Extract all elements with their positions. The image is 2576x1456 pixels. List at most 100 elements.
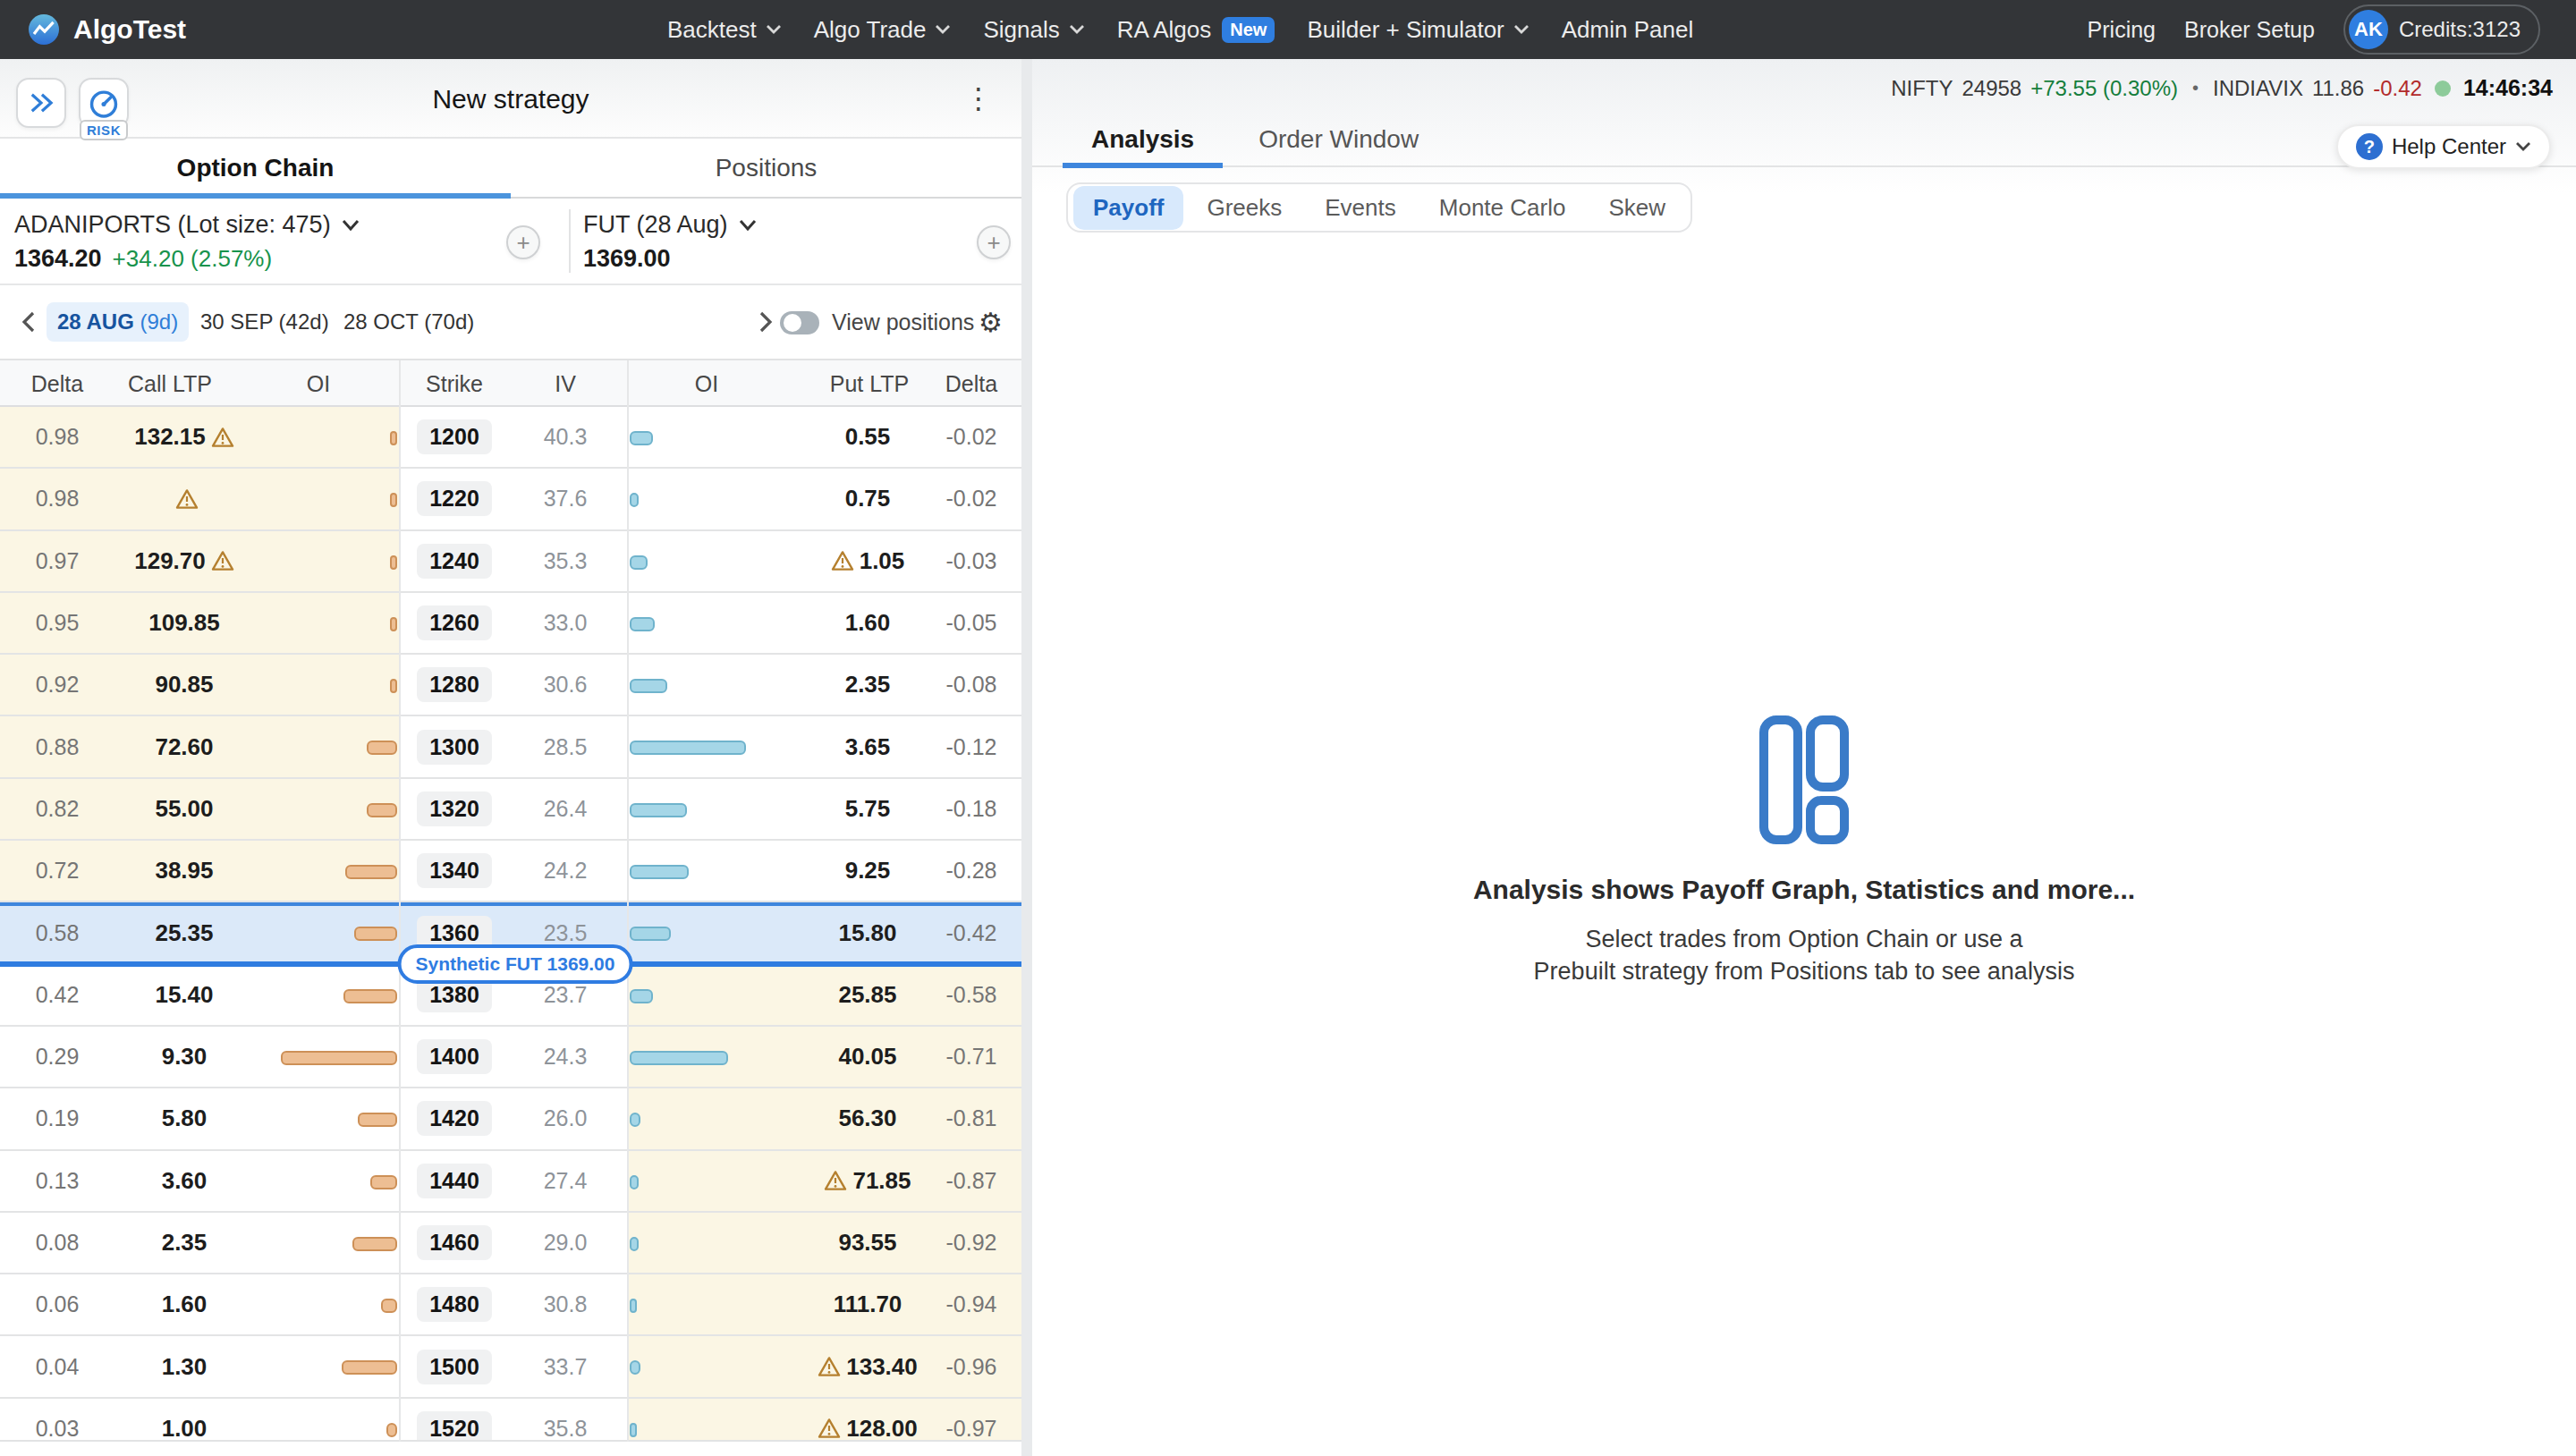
put-delta: -0.96 (918, 1336, 1021, 1396)
instrument-row: ADANIPORTS (Lot size: 475) 1364.20 +34.2… (0, 199, 1021, 285)
help-center-button[interactable]: ? Help Center (2336, 124, 2551, 169)
call-ltp[interactable]: 129.70 (104, 531, 265, 591)
warning-icon (175, 488, 199, 510)
strike-cell: 1420 (401, 1088, 508, 1148)
subtab-events[interactable]: Events (1305, 186, 1416, 230)
call-ltp[interactable] (104, 469, 265, 529)
subtab-monte-carlo[interactable]: Monte Carlo (1419, 186, 1586, 230)
brand[interactable]: AlgoTest (29, 0, 186, 59)
view-positions-toggle[interactable] (780, 311, 819, 334)
option-row-1320[interactable]: 0.8255.00132026.45.75-0.18 (0, 779, 1021, 841)
call-ltp[interactable]: 72.60 (104, 716, 265, 776)
credits-pill[interactable]: AK Credits:3123 (2343, 4, 2540, 55)
kebab-menu-icon[interactable]: ⋮ (964, 79, 993, 118)
synthetic-fut-tooltip: Synthetic FUT 1369.00 (398, 944, 633, 984)
call-ltp[interactable]: 1.00 (104, 1399, 265, 1442)
call-ltp[interactable]: 5.80 (104, 1088, 265, 1148)
new-badge: New (1222, 17, 1275, 43)
chevron-right-icon[interactable] (758, 311, 773, 333)
call-oi-bar (358, 1113, 397, 1127)
nav-ra-algos[interactable]: RA AlgosNew (1117, 16, 1275, 44)
option-row-1240[interactable]: 0.97129.70124035.31.05-0.03 (0, 531, 1021, 593)
option-row-1400[interactable]: 0.299.30140024.340.05-0.71 (0, 1027, 1021, 1088)
instrument-select[interactable]: ADANIPORTS (Lot size: 475) (14, 211, 360, 239)
call-delta: 0.88 (14, 716, 100, 776)
option-row-1340[interactable]: 0.7238.95134024.29.25-0.28 (0, 841, 1021, 902)
subtab-skew[interactable]: Skew (1589, 186, 1685, 230)
call-oi-bar (386, 1423, 397, 1437)
call-ltp[interactable]: 90.85 (104, 655, 265, 715)
call-delta: 0.13 (14, 1151, 100, 1211)
put-delta: -0.02 (918, 469, 1021, 529)
call-ltp[interactable]: 15.40 (104, 965, 265, 1025)
iv-cell: 30.6 (512, 655, 619, 715)
iv-cell: 33.7 (512, 1336, 619, 1396)
call-delta: 0.06 (14, 1274, 100, 1334)
call-ltp[interactable]: 2.35 (104, 1213, 265, 1273)
call-delta: 0.97 (14, 531, 100, 591)
put-oi-bar (630, 1299, 637, 1313)
tab-order-window[interactable]: Order Window (1230, 113, 1447, 166)
call-ltp[interactable]: 1.60 (104, 1274, 265, 1334)
nav-signals[interactable]: Signals (983, 16, 1084, 44)
option-row-1260[interactable]: 0.95109.85126033.01.60-0.05 (0, 593, 1021, 655)
market-ticker: NIFTY 24958 +73.55 (0.30%) • INDIAVIX 11… (1891, 75, 2553, 101)
expiry-30sep[interactable]: 30 SEP (42d) (200, 309, 329, 334)
call-ltp[interactable]: 109.85 (104, 593, 265, 653)
option-row-1520[interactable]: 0.031.00152035.8128.00-0.97 (0, 1399, 1021, 1442)
add-future-button[interactable]: + (977, 225, 1011, 259)
call-ltp[interactable]: 55.00 (104, 779, 265, 839)
subtab-greeks[interactable]: Greeks (1187, 186, 1301, 230)
option-row-1280[interactable]: 0.9290.85128030.62.35-0.08 (0, 655, 1021, 716)
nav-admin-panel[interactable]: Admin Panel (1562, 16, 1693, 44)
option-row-1220[interactable]: 0.98122037.60.75-0.02 (0, 469, 1021, 530)
put-oi-bar (630, 555, 648, 570)
option-row-1460[interactable]: 0.082.35146029.093.55-0.92 (0, 1213, 1021, 1274)
call-ltp[interactable]: 9.30 (104, 1027, 265, 1087)
nav-builder-simulator[interactable]: Builder + Simulator (1307, 16, 1529, 44)
expiry-28aug[interactable]: 28 AUG (9d) (47, 302, 189, 342)
option-row-1440[interactable]: 0.133.60144027.471.85-0.87 (0, 1151, 1021, 1213)
call-ltp[interactable]: 132.15 (104, 407, 265, 467)
gear-icon[interactable]: ⚙ (979, 309, 1003, 337)
nav-algo-trade[interactable]: Algo Trade (814, 16, 952, 44)
option-row-1480[interactable]: 0.061.60148030.8111.70-0.94 (0, 1274, 1021, 1336)
call-oi-bar (367, 741, 397, 755)
expiry-row: 28 AUG (9d) 30 SEP (42d) 28 OCT (70d) Vi… (0, 285, 1021, 360)
option-row-1500[interactable]: 0.041.30150033.7133.40-0.96 (0, 1336, 1021, 1398)
call-ltp[interactable]: 38.95 (104, 841, 265, 901)
call-oi-bar (381, 1299, 397, 1313)
add-instrument-button[interactable]: + (506, 225, 540, 259)
strike-cell: 1200 (401, 407, 508, 467)
tab-option-chain[interactable]: Option Chain (0, 139, 511, 197)
put-delta: -0.92 (918, 1213, 1021, 1273)
put-oi-bar (630, 1051, 728, 1065)
clock: 14:46:34 (2463, 75, 2553, 101)
expiry-28oct[interactable]: 28 OCT (70d) (343, 309, 474, 334)
nav-pricing[interactable]: Pricing (2088, 17, 2156, 43)
analysis-placeholder-icon (1759, 715, 1849, 844)
option-row-1300[interactable]: 0.8872.60130028.53.65-0.12 (0, 716, 1021, 778)
call-ltp[interactable]: 25.35 (104, 902, 265, 962)
tab-positions[interactable]: Positions (511, 139, 1021, 197)
iv-cell: 26.0 (512, 1088, 619, 1148)
call-delta: 0.04 (14, 1336, 100, 1396)
nav-backtest[interactable]: Backtest (667, 16, 782, 44)
chevron-down-icon (739, 219, 757, 232)
chevron-left-icon[interactable] (21, 311, 36, 333)
option-chain-body: 0.98132.15120040.30.55-0.020.98122037.60… (0, 407, 1021, 1442)
call-delta: 0.08 (14, 1213, 100, 1273)
option-chain-header: Delta Call LTP OI Strike IV OI Put LTP D… (0, 360, 1021, 407)
option-row-1420[interactable]: 0.195.80142026.056.30-0.81 (0, 1088, 1021, 1150)
call-ltp[interactable]: 1.30 (104, 1336, 265, 1396)
strike-cell: 1260 (401, 593, 508, 653)
tab-analysis[interactable]: Analysis (1063, 113, 1223, 166)
call-delta: 0.98 (14, 469, 100, 529)
nav-broker-setup[interactable]: Broker Setup (2184, 17, 2315, 43)
option-row-1200[interactable]: 0.98132.15120040.30.55-0.02 (0, 407, 1021, 469)
iv-cell: 29.0 (512, 1213, 619, 1273)
subtab-payoff[interactable]: Payoff (1073, 186, 1183, 230)
call-ltp[interactable]: 3.60 (104, 1151, 265, 1211)
future-select[interactable]: FUT (28 Aug) (583, 211, 757, 239)
call-oi-bar (342, 1360, 397, 1375)
